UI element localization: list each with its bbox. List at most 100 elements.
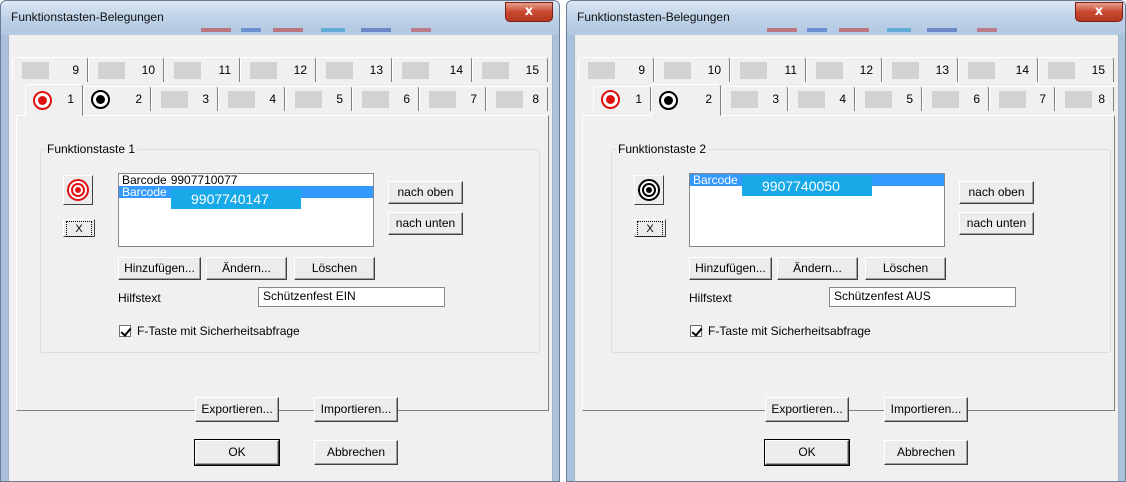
- security-check[interactable]: F-Taste mit Sicherheitsabfrage: [119, 324, 300, 338]
- tab-9[interactable]: 9: [12, 57, 88, 82]
- move-down-button[interactable]: nach unten: [959, 212, 1034, 235]
- group-label: Funktionstaste 2: [616, 142, 709, 156]
- tab-9[interactable]: 9: [578, 57, 654, 82]
- tab-label: 6: [403, 92, 410, 106]
- tab-label: 14: [1015, 63, 1029, 77]
- help-text-label: Hilfstext: [118, 291, 161, 305]
- key-icon-button[interactable]: [634, 175, 664, 205]
- tab-4[interactable]: 4: [218, 86, 285, 111]
- change-button[interactable]: Ändern...: [206, 257, 287, 280]
- tab-10[interactable]: 10: [88, 57, 164, 82]
- function-key-group: Funktionstaste 1 X Barcode 9907710077 Bar…: [40, 142, 540, 353]
- tab-label: 2: [135, 92, 142, 106]
- key-swatch-icon: [250, 62, 277, 79]
- close-button[interactable]: x: [505, 2, 553, 22]
- checkbox-checked-icon[interactable]: [119, 325, 131, 337]
- key-swatch-icon: [1065, 91, 1092, 108]
- add-button[interactable]: Hinzufügen...: [689, 257, 772, 280]
- help-text-label: Hilfstext: [689, 291, 732, 305]
- cancel-button[interactable]: Abbrechen: [314, 440, 398, 465]
- tab-6[interactable]: 6: [922, 86, 989, 111]
- tab-15[interactable]: 15: [1038, 57, 1114, 82]
- tab-5[interactable]: 5: [855, 86, 922, 111]
- ok-button[interactable]: OK: [764, 439, 850, 466]
- key-swatch-icon: [588, 62, 615, 79]
- change-button[interactable]: Ändern...: [777, 257, 858, 280]
- tab-2[interactable]: 2: [83, 86, 151, 111]
- move-up-button[interactable]: nach oben: [959, 181, 1034, 204]
- tab-label: 1: [67, 92, 74, 106]
- tab-7[interactable]: 7: [419, 86, 486, 111]
- help-text-input[interactable]: Schützenfest EIN: [258, 287, 445, 307]
- clear-button[interactable]: X: [634, 219, 666, 237]
- key-swatch-icon: [740, 62, 767, 79]
- tab-8[interactable]: 8: [1055, 86, 1114, 111]
- barcode-list[interactable]: Barcode 9907710077 Barcode 9907740147: [118, 173, 374, 247]
- dialog-client: 9 10 11 12 13 14 15 1 2 3 4 5 6 7 8 Funk…: [574, 35, 1119, 481]
- tab-2[interactable]: 2: [651, 84, 721, 116]
- move-up-button[interactable]: nach oben: [388, 181, 463, 204]
- security-check[interactable]: F-Taste mit Sicherheitsabfrage: [690, 324, 871, 338]
- tab-7[interactable]: 7: [989, 86, 1055, 111]
- tab-12[interactable]: 12: [806, 57, 882, 82]
- key-swatch-icon: [22, 62, 49, 79]
- close-button[interactable]: x: [1075, 2, 1123, 22]
- cancel-button[interactable]: Abbrechen: [884, 440, 968, 465]
- key-swatch-icon: [98, 62, 125, 79]
- tab-label: 4: [839, 92, 846, 106]
- tab-1[interactable]: 1: [593, 86, 651, 111]
- key-swatch-icon: [798, 91, 825, 108]
- barcode-list[interactable]: Barcode 9907740050: [689, 173, 945, 247]
- key-swatch-icon: [228, 91, 255, 108]
- key-icon-button[interactable]: [63, 175, 93, 205]
- import-button[interactable]: Importieren...: [314, 397, 398, 422]
- key-swatch-icon: [968, 62, 995, 79]
- tab-3[interactable]: 3: [721, 86, 788, 111]
- key-swatch-icon: [482, 62, 509, 79]
- add-button[interactable]: Hinzufügen...: [118, 257, 201, 280]
- tab-12[interactable]: 12: [240, 57, 316, 82]
- export-button[interactable]: Exportieren...: [765, 397, 849, 422]
- clear-label: X: [66, 221, 92, 237]
- tab-label: 5: [906, 92, 913, 106]
- clear-label: X: [637, 221, 663, 237]
- delete-button[interactable]: Löschen: [294, 257, 375, 280]
- tab-label: 13: [369, 63, 383, 77]
- tab-1[interactable]: 1: [25, 84, 83, 116]
- move-down-button[interactable]: nach unten: [388, 212, 463, 235]
- tab-label: 5: [336, 92, 343, 106]
- help-text-input[interactable]: Schützenfest AUS: [829, 287, 1016, 307]
- clear-button[interactable]: X: [63, 219, 95, 237]
- tab-11[interactable]: 11: [730, 57, 806, 82]
- tab-10[interactable]: 10: [654, 57, 730, 82]
- import-button[interactable]: Importieren...: [884, 397, 968, 422]
- checkbox-label: F-Taste mit Sicherheitsabfrage: [708, 324, 871, 338]
- tab-5[interactable]: 5: [285, 86, 352, 111]
- key-swatch-icon: [429, 91, 456, 108]
- key-swatch-icon: [161, 91, 188, 108]
- key-swatch-icon: [174, 62, 201, 79]
- ok-button[interactable]: OK: [194, 439, 280, 466]
- checkbox-checked-icon[interactable]: [690, 325, 702, 337]
- key-swatch-icon: [731, 91, 758, 108]
- tab-4[interactable]: 4: [788, 86, 855, 111]
- tab-6[interactable]: 6: [352, 86, 419, 111]
- tab-label: 14: [449, 63, 463, 77]
- tab-label: 4: [269, 92, 276, 106]
- tab-11[interactable]: 11: [164, 57, 240, 82]
- tab-14[interactable]: 14: [392, 57, 472, 82]
- key-swatch-icon: [664, 62, 691, 79]
- key-swatch-icon: [892, 62, 919, 79]
- tab-14[interactable]: 14: [958, 57, 1038, 82]
- tab-15[interactable]: 15: [472, 57, 548, 82]
- tab-13[interactable]: 13: [316, 57, 392, 82]
- tab-label: 15: [525, 63, 539, 77]
- tab-8[interactable]: 8: [486, 86, 548, 111]
- tab-3[interactable]: 3: [151, 86, 218, 111]
- key-swatch-icon: [295, 91, 322, 108]
- key-swatch-icon: [496, 91, 523, 108]
- tab-13[interactable]: 13: [882, 57, 958, 82]
- group-label: Funktionstaste 1: [45, 142, 138, 156]
- export-button[interactable]: Exportieren...: [195, 397, 279, 422]
- delete-button[interactable]: Löschen: [865, 257, 946, 280]
